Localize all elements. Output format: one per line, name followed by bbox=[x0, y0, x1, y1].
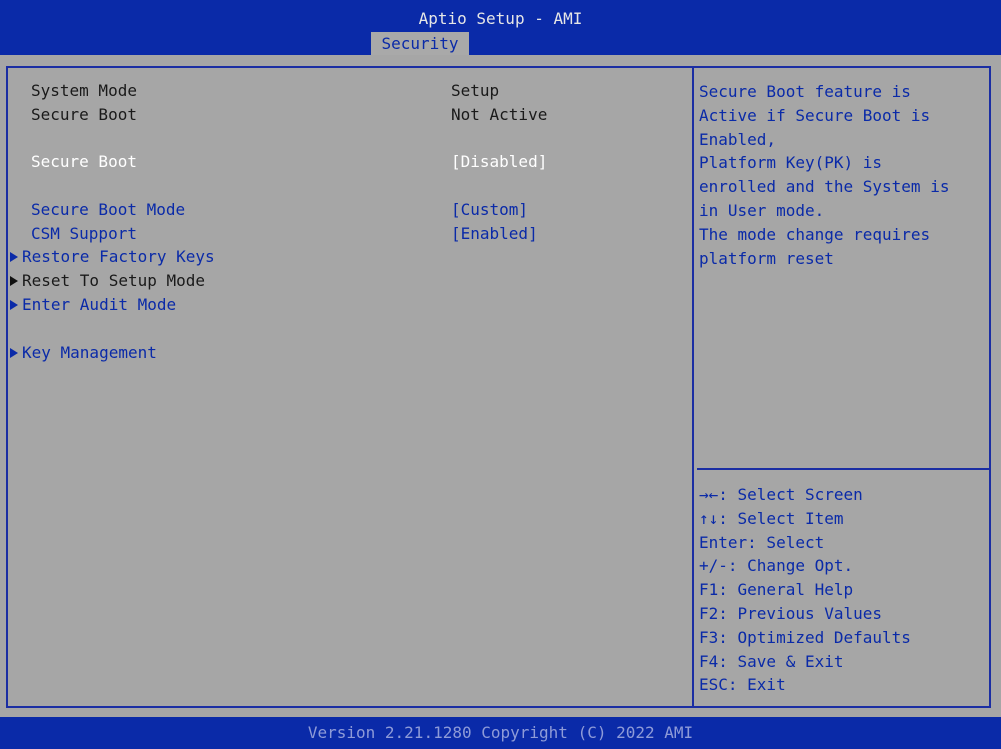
secure-boot-mode-value[interactable]: [Custom] bbox=[451, 199, 528, 221]
version-text: Version 2.21.1280 Copyright (C) 2022 AMI bbox=[307, 723, 694, 742]
submenu-arrow-icon bbox=[10, 276, 18, 286]
key-select-screen: →←: Select Screen bbox=[699, 485, 863, 504]
csm-support-label[interactable]: CSM Support bbox=[31, 223, 137, 245]
help-divider bbox=[692, 68, 694, 706]
help-line: Platform Key(PK) is bbox=[699, 153, 883, 173]
reset-to-setup-mode-label[interactable]: Reset To Setup Mode bbox=[22, 270, 205, 292]
restore-factory-keys-label[interactable]: Restore Factory Keys bbox=[22, 246, 215, 268]
help-panel: Secure Boot feature is Active if Secure … bbox=[699, 80, 989, 270]
key-legend: →←: Select Screen ↑↓: Select Item Enter:… bbox=[699, 483, 989, 697]
secure-boot-status-value: Not Active bbox=[451, 105, 548, 124]
tab-security[interactable]: Security bbox=[371, 32, 469, 55]
system-mode-label: System Mode bbox=[31, 81, 137, 100]
help-line: platform reset bbox=[699, 248, 834, 268]
help-line: Active if Secure Boot is bbox=[699, 105, 931, 125]
help-line: enrolled and the System is bbox=[699, 177, 950, 197]
enter-audit-mode-label[interactable]: Enter Audit Mode bbox=[22, 294, 176, 316]
secure-boot-status-label: Secure Boot bbox=[31, 105, 137, 124]
key-select-item: ↑↓: Select Item bbox=[699, 508, 844, 528]
app-title: Aptio Setup - AMI bbox=[418, 9, 583, 28]
footer-bar: Version 2.21.1280 Copyright (C) 2022 AMI bbox=[0, 717, 1001, 749]
secure-boot-mode-label[interactable]: Secure Boot Mode bbox=[31, 199, 185, 221]
key-change-opt: +/-: Change Opt. bbox=[699, 556, 854, 576]
csm-support-value[interactable]: [Enabled] bbox=[451, 223, 538, 245]
help-line: Secure Boot feature is bbox=[699, 82, 911, 101]
key-management-label[interactable]: Key Management bbox=[22, 342, 157, 364]
secure-boot-option-label[interactable]: Secure Boot bbox=[31, 151, 137, 173]
key-save-exit: F4: Save & Exit bbox=[699, 651, 844, 671]
key-optimized-defaults: F3: Optimized Defaults bbox=[699, 627, 911, 647]
header-bar: Aptio Setup - AMI Security bbox=[0, 0, 1001, 55]
submenu-arrow-icon bbox=[10, 300, 18, 310]
help-line: in User mode. bbox=[699, 200, 825, 220]
help-line: The mode change requires bbox=[699, 224, 931, 244]
submenu-arrow-icon bbox=[10, 252, 18, 262]
submenu-arrow-icon bbox=[10, 348, 18, 358]
key-general-help: F1: General Help bbox=[699, 580, 854, 600]
help-line: Enabled, bbox=[699, 129, 777, 149]
key-previous-values: F2: Previous Values bbox=[699, 603, 883, 623]
key-enter-select: Enter: Select bbox=[699, 532, 825, 552]
secure-boot-option-value[interactable]: [Disabled] bbox=[451, 151, 547, 173]
key-esc-exit: ESC: Exit bbox=[699, 675, 786, 695]
system-mode-value: Setup bbox=[451, 81, 500, 100]
keys-divider bbox=[697, 468, 989, 470]
